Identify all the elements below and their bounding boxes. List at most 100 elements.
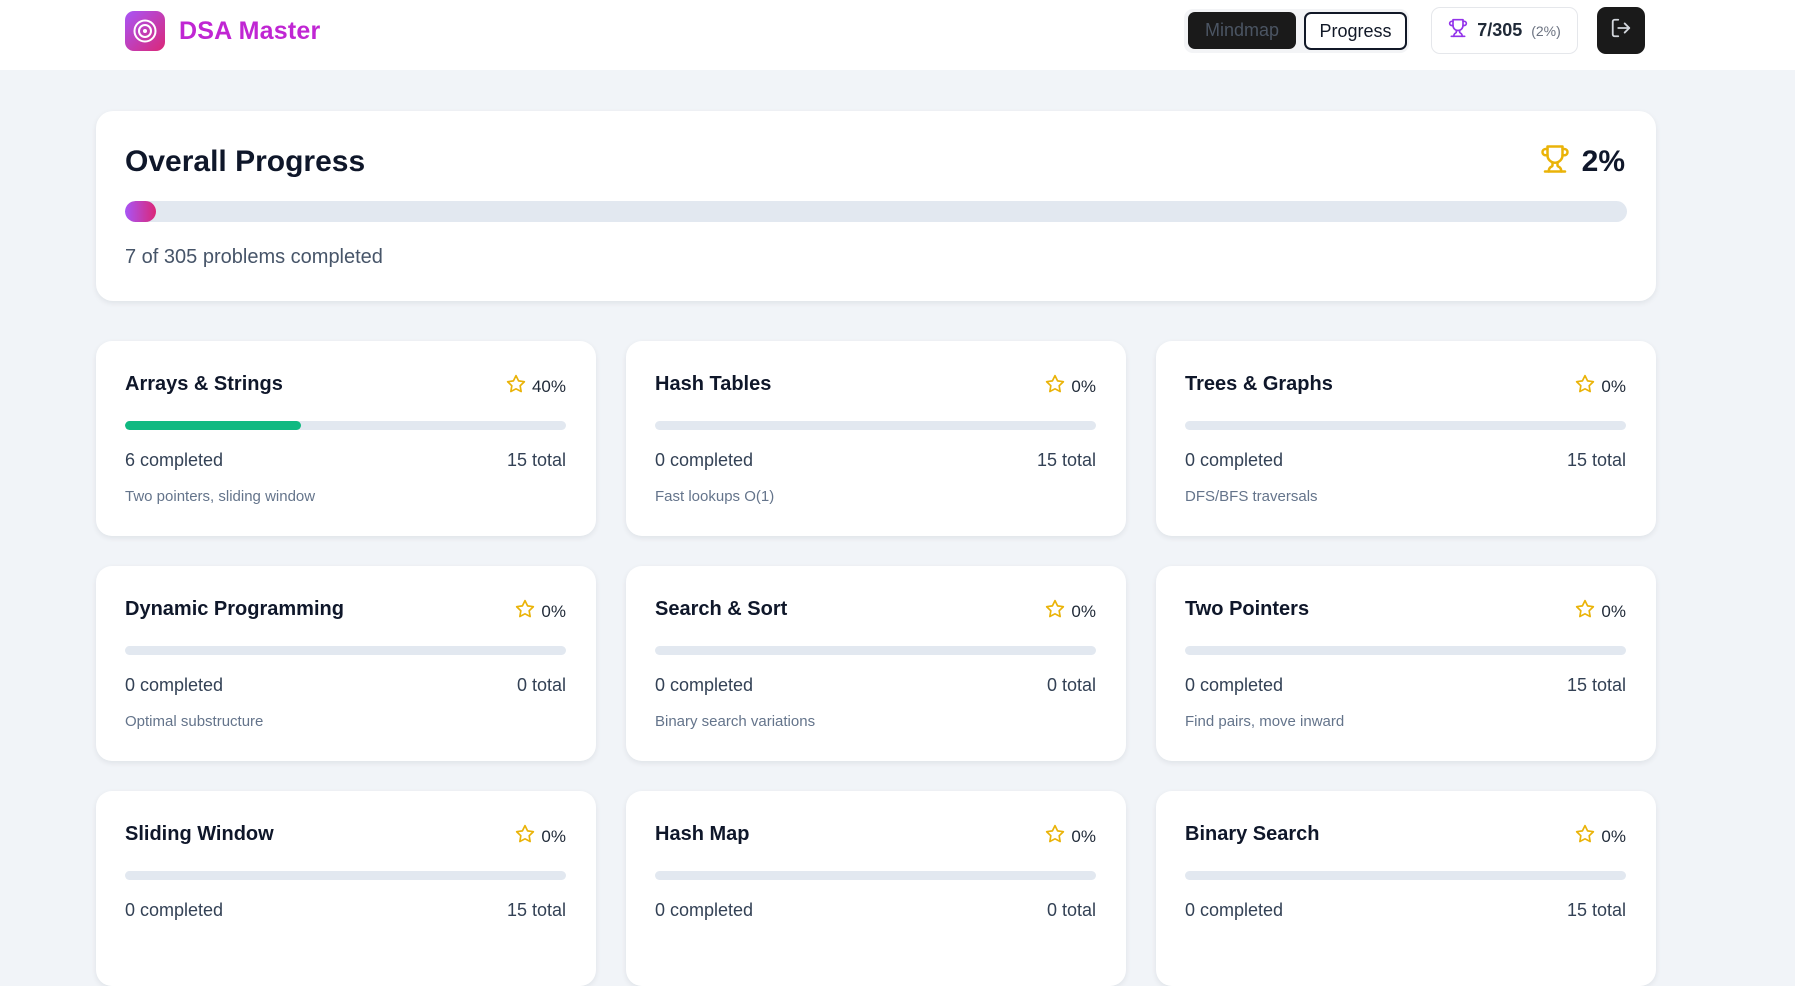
topic-card-two-pointers[interactable]: Two Pointers 0% 0 completed 15 total Fin…: [1156, 566, 1656, 761]
topic-total: 15 total: [1566, 900, 1626, 920]
topic-completed: 0 completed: [1185, 900, 1284, 920]
star-icon: [515, 599, 535, 624]
trophy-icon: [1448, 18, 1468, 43]
topic-title: Arrays & Strings: [125, 373, 283, 395]
topic-card-sliding-window[interactable]: Sliding Window 0% 0 completed 15 total: [96, 791, 596, 986]
star-icon: [1045, 599, 1065, 624]
topic-total: 15 total: [506, 900, 566, 920]
topic-progress-fill: [125, 421, 302, 430]
star-icon: [1575, 599, 1595, 624]
overall-progress-bar: [125, 201, 1627, 222]
topic-completed: 0 completed: [1185, 675, 1284, 695]
app-title: DSA Master: [179, 16, 321, 45]
trophy-icon: [1540, 144, 1570, 179]
topic-total: 0 total: [1046, 900, 1096, 920]
mindmap-button[interactable]: Mindmap: [1188, 12, 1296, 49]
topic-percent: 0%: [1071, 376, 1096, 396]
progress-stats-badge[interactable]: 7/305 (2%): [1431, 7, 1578, 54]
topic-progress-bar: [125, 871, 566, 880]
topic-score: 0%: [1045, 599, 1096, 624]
view-toggle: Mindmap Progress: [1184, 9, 1409, 53]
topic-completed: 0 completed: [655, 675, 754, 695]
topic-card-hash-map[interactable]: Hash Map 0% 0 completed 0 total: [626, 791, 1126, 986]
star-icon: [506, 374, 526, 399]
topic-description: Binary search variations: [655, 713, 816, 730]
topic-percent: 0%: [1601, 601, 1626, 621]
topic-total: 15 total: [506, 450, 566, 470]
star-icon: [1575, 824, 1595, 849]
star-icon: [1045, 824, 1065, 849]
topic-percent: 0%: [1601, 376, 1626, 396]
topic-description: Fast lookups O(1): [655, 488, 775, 505]
topic-score: 0%: [1575, 374, 1626, 399]
topic-score: 0%: [1575, 824, 1626, 849]
topic-percent: 40%: [531, 376, 566, 396]
topic-score: 0%: [1575, 599, 1626, 624]
topic-card-trees-graphs[interactable]: Trees & Graphs 0% 0 completed 15 total D…: [1156, 341, 1656, 536]
target-icon: [125, 11, 165, 51]
topic-completed: 0 completed: [655, 450, 754, 470]
overall-progress-fill: [125, 201, 156, 222]
topic-score: 0%: [515, 599, 566, 624]
star-icon: [1575, 374, 1595, 399]
topic-description: Two pointers, sliding window: [125, 488, 316, 505]
stats-count: 7/305: [1477, 20, 1523, 40]
topic-percent: 0%: [541, 601, 566, 621]
topic-description: DFS/BFS traversals: [1185, 488, 1318, 505]
topic-percent: 0%: [1071, 601, 1096, 621]
topic-percent: 0%: [541, 826, 566, 846]
topic-title: Trees & Graphs: [1185, 373, 1333, 395]
topic-title: Search & Sort: [655, 598, 788, 620]
topic-score: 0%: [1045, 824, 1096, 849]
topic-progress-bar: [1185, 871, 1626, 880]
topic-title: Dynamic Programming: [125, 598, 344, 620]
topic-description: Find pairs, move inward: [1185, 713, 1345, 730]
topic-card-search-sort[interactable]: Search & Sort 0% 0 completed 0 total Bin…: [626, 566, 1126, 761]
topic-score: 0%: [1045, 374, 1096, 399]
overall-progress-card: Overall Progress 2% 7 of 305 problems co…: [96, 111, 1656, 301]
topic-progress-bar: [125, 646, 566, 655]
topic-card-dynamic-programming[interactable]: Dynamic Programming 0% 0 completed 0 tot…: [96, 566, 596, 761]
topic-completed: 0 completed: [655, 900, 754, 920]
topic-progress-bar: [655, 646, 1096, 655]
topic-completed: 0 completed: [125, 675, 224, 695]
brand[interactable]: DSA Master: [125, 11, 320, 51]
overall-progress-summary: 7 of 305 problems completed: [125, 246, 383, 268]
logout-button[interactable]: [1597, 7, 1645, 54]
star-icon: [515, 824, 535, 849]
topic-total: 15 total: [1036, 450, 1096, 470]
topic-title: Binary Search: [1185, 823, 1320, 845]
topic-completed: 0 completed: [125, 900, 224, 920]
top-bar: DSA Master Mindmap Progress 7/305 (2%): [0, 0, 1795, 70]
topic-completed: 6 completed: [125, 450, 224, 470]
topic-total: 0 total: [1046, 675, 1096, 695]
topic-progress-bar: [655, 421, 1096, 430]
topic-progress-bar: [655, 871, 1096, 880]
topic-score: 40%: [506, 374, 566, 399]
overall-percent: 2%: [1581, 144, 1625, 178]
topic-card-arrays-strings[interactable]: Arrays & Strings 40% 6 completed 15 tota…: [96, 341, 596, 536]
star-icon: [1045, 374, 1065, 399]
topic-title: Two Pointers: [1185, 598, 1310, 620]
topic-description: Optimal substructure: [125, 713, 264, 730]
topic-card-binary-search[interactable]: Binary Search 0% 0 completed 15 total: [1156, 791, 1656, 986]
topic-total: 15 total: [1566, 450, 1626, 470]
topic-total: 15 total: [1566, 675, 1626, 695]
topic-score: 0%: [515, 824, 566, 849]
topic-title: Hash Tables: [655, 373, 772, 395]
topic-total: 0 total: [516, 675, 566, 695]
topic-completed: 0 completed: [1185, 450, 1284, 470]
topic-card-hash-tables[interactable]: Hash Tables 0% 0 completed 15 total Fast…: [626, 341, 1126, 536]
stats-percent: (2%): [1531, 22, 1561, 39]
topic-progress-bar: [1185, 646, 1626, 655]
topic-progress-bar: [125, 421, 566, 430]
overall-progress-score: 2%: [1540, 144, 1625, 179]
overall-progress-title: Overall Progress: [125, 145, 366, 178]
topic-percent: 0%: [1601, 826, 1626, 846]
topic-title: Hash Map: [655, 823, 750, 845]
topic-percent: 0%: [1071, 826, 1096, 846]
topic-title: Sliding Window: [125, 823, 274, 845]
progress-button[interactable]: Progress: [1304, 12, 1407, 50]
topic-progress-bar: [1185, 421, 1626, 430]
logout-icon: [1610, 17, 1632, 44]
